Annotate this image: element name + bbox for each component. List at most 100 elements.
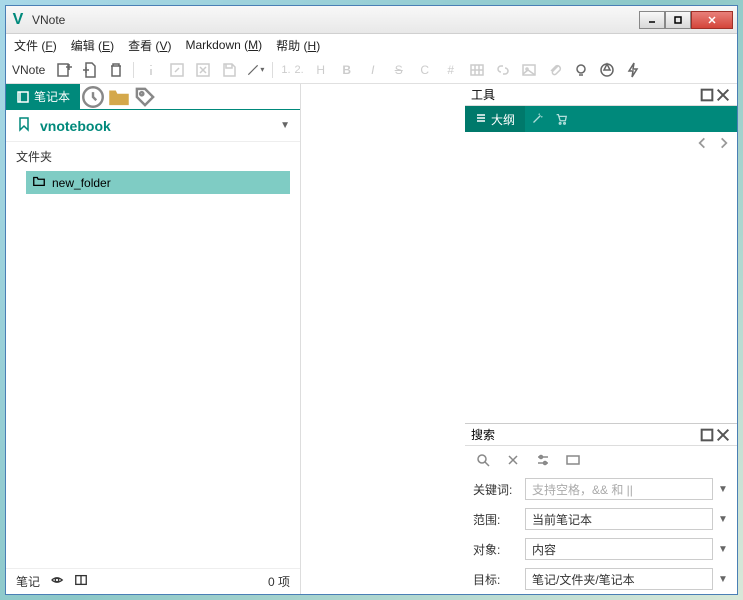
scope-select[interactable]: 当前笔记本 [525,508,713,530]
italic-icon: I [364,61,382,79]
menu-view[interactable]: 查看 (V) [128,37,171,54]
target-select[interactable]: 笔记/文件夹/笔记本 [525,568,713,590]
target-dropdown[interactable]: ▼ [717,574,729,585]
tools-title: 工具 [471,86,699,103]
folder-tree: new_folder [6,167,300,198]
heading-icon: H [312,61,330,79]
discard-icon [194,61,212,79]
new-note-icon[interactable] [55,61,73,79]
undock-search-icon[interactable] [699,427,715,443]
eye-icon[interactable] [50,573,64,590]
outline-nav [465,132,737,159]
editor-area [301,84,465,594]
tab-history-icon[interactable] [80,84,106,109]
search-toolbar [465,446,737,474]
notes-count: 0 项 [268,573,290,590]
target-row: 目标: 笔记/文件夹/笔记本 ▼ [465,564,737,594]
scope-row: 范围: 当前笔记本 ▼ [465,504,737,534]
trash-icon[interactable] [107,61,125,79]
tab-explorer-icon[interactable] [106,84,132,109]
search-icon[interactable] [475,452,491,468]
pen-icon[interactable]: ▾ [246,61,264,79]
menu-markdown[interactable]: Markdown (M) [185,38,262,52]
object-row: 对象: 内容 ▼ [465,534,737,564]
menu-help[interactable]: 帮助 (H) [276,37,320,54]
format-numbers: 1.2. [281,64,303,76]
notebook-selector[interactable]: vnotebook ▼ [6,110,300,142]
content-area: 笔记本 vnotebook ▼ 文件夹 new_folder [6,84,737,594]
keyword-label: 关键词: [473,481,521,498]
maximize-button[interactable] [665,11,691,29]
keyword-input[interactable]: 支持空格，&& 和 || [525,478,713,500]
cart-icon[interactable] [549,112,573,126]
search-title: 搜索 [471,426,699,443]
app-title: VNote [32,13,639,27]
titlebar: V VNote [6,6,737,34]
minimize-button[interactable] [639,11,665,29]
folder-name: new_folder [52,176,111,190]
folders-label: 文件夹 [6,142,300,167]
app-icon: V [10,12,26,28]
link-icon [494,61,512,79]
aperture-icon[interactable] [598,61,616,79]
table-icon [468,61,486,79]
new-file-icon[interactable] [81,61,99,79]
sidebar-tabs: 笔记本 [6,84,300,110]
flash-icon[interactable] [624,61,642,79]
notebook-name: vnotebook [40,118,111,134]
clear-icon[interactable] [505,452,521,468]
bookmark-icon [16,116,32,135]
tab-outline[interactable]: 大纲 [465,106,525,132]
search-header: 搜索 [465,424,737,446]
tools-tabs: 大纲 [465,106,737,132]
chevron-left-icon[interactable] [695,136,709,155]
toolbar-label: VNote [12,63,45,77]
toolbar: VNote ▾ 1.2. H B I S C # [6,56,737,84]
notes-label: 笔记 [16,573,40,590]
chevron-right-icon[interactable] [717,136,731,155]
tree-item[interactable]: new_folder [16,171,290,194]
notes-header: 笔记 0 项 [6,568,300,594]
split-icon[interactable] [74,573,88,590]
scope-dropdown[interactable]: ▼ [717,514,729,525]
hash-icon: # [442,61,460,79]
wand-icon[interactable] [525,112,549,126]
outline-body [465,159,737,423]
menu-file[interactable]: 文件 (F) [14,37,57,54]
search-panel: 搜索 关键词: 支持空格，&& 和 || ▼ 范围: 当前笔 [465,423,737,594]
close-search-icon[interactable] [715,427,731,443]
object-select[interactable]: 内容 [525,538,713,560]
tab-tag-icon[interactable] [132,84,158,109]
keyword-row: 关键词: 支持空格，&& 和 || ▼ [465,474,737,504]
right-panel: 工具 大纲 搜索 [465,84,737,594]
scope-label: 范围: [473,511,521,528]
notebook-icon [16,90,30,104]
tab-notebook[interactable]: 笔记本 [6,84,80,109]
app-window: V VNote 文件 (F) 编辑 (E) 查看 (V) Markdown (M… [5,5,738,595]
info-icon [142,61,160,79]
edit-icon [168,61,186,79]
bulb-icon[interactable] [572,61,590,79]
chevron-down-icon: ▼ [280,120,290,131]
menubar: 文件 (F) 编辑 (E) 查看 (V) Markdown (M) 帮助 (H) [6,34,737,56]
left-panel: 笔记本 vnotebook ▼ 文件夹 new_folder [6,84,301,594]
console-icon[interactable] [565,452,581,468]
menu-edit[interactable]: 编辑 (E) [71,37,114,54]
separator [272,62,273,78]
strike-icon: S [390,61,408,79]
code-icon: C [416,61,434,79]
bold-icon: B [338,61,356,79]
outline-icon [475,112,487,127]
attach-icon [546,61,564,79]
target-label: 目标: [473,571,521,588]
save-icon [220,61,238,79]
close-button[interactable] [691,11,733,29]
tab-outline-label: 大纲 [491,111,515,128]
keyword-dropdown[interactable]: ▼ [717,484,729,495]
window-controls [639,11,733,29]
object-dropdown[interactable]: ▼ [717,544,729,555]
settings-icon[interactable] [535,452,551,468]
undock-icon[interactable] [699,87,715,103]
tools-header: 工具 [465,84,737,106]
close-panel-icon[interactable] [715,87,731,103]
